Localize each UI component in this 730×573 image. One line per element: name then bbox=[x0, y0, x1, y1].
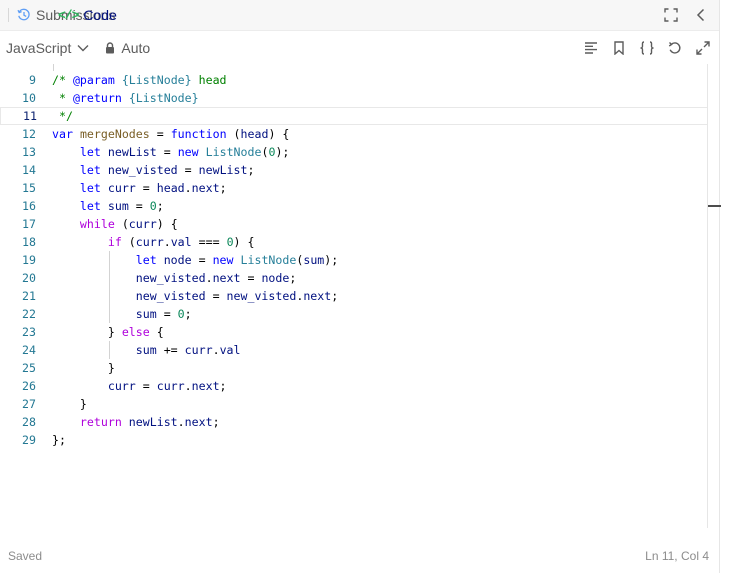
line-number: 19 bbox=[22, 253, 36, 267]
code-line-current: 11 */ bbox=[0, 107, 707, 125]
code-line: 12 var mergeNodes = function (head) { bbox=[0, 125, 707, 143]
lock-icon bbox=[105, 41, 115, 54]
code-line-text: } else { bbox=[107, 325, 164, 339]
line-number: 18 bbox=[22, 235, 36, 249]
code-line: 14 let new_visted = newList; bbox=[0, 161, 707, 179]
scrollbar-cursor-marker bbox=[708, 205, 721, 207]
tab-divider bbox=[8, 8, 9, 22]
code-line-text: * @param {ListNode} head bbox=[52, 73, 227, 87]
code-line: 19 let node = new ListNode(sum); bbox=[0, 251, 707, 269]
cursor-position: Ln 11, Col 4 bbox=[645, 548, 709, 563]
code-line-text: while (curr) { bbox=[79, 217, 178, 231]
line-number: 27 bbox=[22, 397, 36, 411]
reset-icon[interactable] bbox=[667, 40, 683, 56]
line-number: 12 bbox=[22, 127, 36, 141]
fullscreen-icon[interactable] bbox=[695, 40, 711, 56]
line-number: 17 bbox=[22, 217, 36, 231]
code-line-text: } bbox=[107, 361, 115, 375]
code-line: 25 } bbox=[0, 359, 707, 377]
language-select[interactable]: JavaScript bbox=[0, 40, 89, 56]
line-number: 20 bbox=[22, 271, 36, 285]
code-editor[interactable]: / 9 * @param {ListNode} head 10 * @return… bbox=[0, 64, 707, 528]
editor-scrollbar[interactable] bbox=[707, 64, 721, 528]
line-number: 15 bbox=[22, 181, 36, 195]
code-line-text: if (curr.val === 0) { bbox=[107, 235, 255, 249]
code-line-text: let new_visted = newList; bbox=[79, 163, 255, 177]
code-line: 17 while (curr) { bbox=[0, 215, 707, 233]
line-number: 11 bbox=[23, 109, 37, 123]
code-line-text: } bbox=[79, 397, 87, 411]
format-lines-icon[interactable] bbox=[583, 40, 599, 56]
code-line: 16 let sum = 0; bbox=[0, 197, 707, 215]
code-line: 10 * @return {ListNode} bbox=[0, 89, 707, 107]
code-line-partial: / bbox=[0, 64, 707, 87]
language-label: JavaScript bbox=[6, 39, 72, 56]
panel-tab-bar: </> Code Submissions bbox=[0, 0, 719, 31]
line-number: 26 bbox=[22, 379, 36, 393]
auto-mode[interactable]: Auto bbox=[105, 40, 150, 56]
line-number: 14 bbox=[22, 163, 36, 177]
code-line: 29}; bbox=[0, 431, 707, 449]
code-line-text: let sum = 0; bbox=[79, 199, 164, 213]
code-line: 28 return newList.next; bbox=[0, 413, 707, 431]
history-icon bbox=[17, 8, 31, 22]
code-line: 9 * @param {ListNode} head bbox=[0, 71, 707, 89]
line-number: 13 bbox=[22, 145, 36, 159]
line-number: 9 bbox=[29, 73, 36, 87]
code-line-text: let newList = new ListNode(0); bbox=[79, 145, 290, 159]
code-line: 26 curr = curr.next; bbox=[0, 377, 707, 395]
code-line: 15 let curr = head.next; bbox=[0, 179, 707, 197]
code-line-text: sum = 0; bbox=[135, 307, 192, 321]
code-line-text: new_visted = new_visted.next; bbox=[135, 289, 339, 303]
code-line-text: */ bbox=[52, 109, 73, 123]
code-line: 21 new_visted = new_visted.next; bbox=[0, 287, 707, 305]
tab-code-label: Code bbox=[83, 7, 117, 23]
line-number: 24 bbox=[22, 343, 36, 357]
code-line-text: }; bbox=[52, 433, 66, 447]
collapse-chevron-left-icon[interactable] bbox=[693, 7, 709, 23]
code-line-text: new_visted.next = node; bbox=[135, 271, 297, 285]
indent-guide bbox=[109, 251, 110, 323]
code-line: 27 } bbox=[0, 395, 707, 413]
code-line: 13 let newList = new ListNode(0); bbox=[0, 143, 707, 161]
auto-mode-label: Auto bbox=[121, 39, 151, 56]
expand-icon[interactable] bbox=[663, 7, 679, 23]
code-line: 23 } else { bbox=[0, 323, 707, 341]
indent-guide bbox=[109, 341, 110, 359]
line-number: 22 bbox=[22, 307, 36, 321]
line-number: 29 bbox=[22, 433, 36, 447]
code-icon: </> bbox=[58, 7, 79, 23]
code-line-text: var mergeNodes = function (head) { bbox=[52, 127, 290, 141]
code-line-text: sum += curr.val bbox=[135, 343, 241, 357]
curly-braces-icon[interactable] bbox=[639, 40, 655, 56]
line-number: 16 bbox=[22, 199, 36, 213]
line-number: 25 bbox=[22, 361, 36, 375]
code-line: 22 sum = 0; bbox=[0, 305, 707, 323]
editor-toolbar: JavaScript Auto bbox=[0, 31, 719, 64]
code-line-text: * @return {ListNode} bbox=[52, 91, 199, 105]
line-number: 28 bbox=[22, 415, 36, 429]
code-line-text: return newList.next; bbox=[79, 415, 220, 429]
code-line: 18 if (curr.val === 0) { bbox=[0, 233, 707, 251]
code-line: 24 sum += curr.val bbox=[0, 341, 707, 359]
indent-guide bbox=[53, 64, 54, 71]
chevron-down-icon bbox=[77, 44, 89, 52]
save-status: Saved bbox=[8, 548, 43, 563]
line-number: 10 bbox=[22, 91, 36, 105]
code-line-text: curr = curr.next; bbox=[107, 379, 227, 393]
bookmark-icon[interactable] bbox=[611, 40, 627, 56]
code-line-text: let curr = head.next; bbox=[79, 181, 227, 195]
editor-status-bar: Saved Ln 11, Col 4 bbox=[0, 538, 719, 573]
code-line-text: let node = new ListNode(sum); bbox=[135, 253, 339, 267]
tab-code[interactable]: </> Code bbox=[52, 0, 117, 30]
line-number: 23 bbox=[22, 325, 36, 339]
code-panel: </> Code Submissions JavaScript Auto / 9… bbox=[0, 0, 721, 573]
code-line: 20 new_visted.next = node; bbox=[0, 269, 707, 287]
line-number: 21 bbox=[22, 289, 36, 303]
